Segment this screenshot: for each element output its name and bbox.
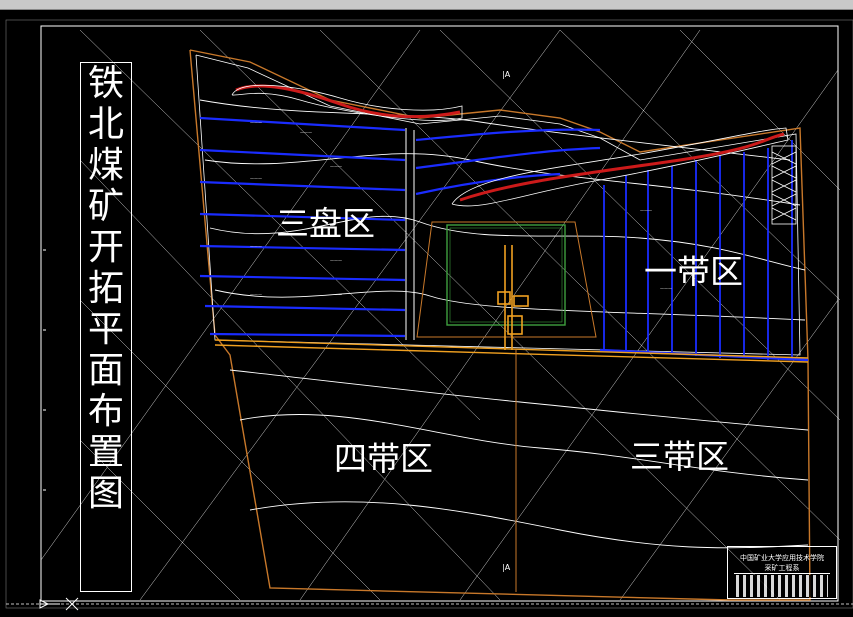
title-block-divider [734,573,830,574]
zone-label-3dai: 三带区 [630,437,729,476]
svg-text:———: ——— [330,258,342,263]
zone-label-4dai: 四带区 [334,439,433,478]
svg-text:———: ——— [250,120,262,125]
title-char: 平 [87,309,124,350]
title-char: 开 [87,227,124,268]
title-char: 矿 [87,186,124,227]
title-block-school: 中国矿业大学应用技术学院 [740,554,824,562]
svg-text:———: ——— [330,164,342,169]
svg-text:———: ——— [250,292,262,297]
cad-toolbar[interactable] [0,0,853,10]
svg-text:———: ——— [330,292,342,297]
title-char: 铁 [87,63,124,104]
title-block-cells [736,575,828,597]
left-ticks [43,249,46,491]
shaft-facilities [497,245,529,350]
svg-text:———: ——— [640,208,652,213]
svg-text:———: ——— [300,130,312,135]
drawing-frame [40,25,839,602]
title-char: 置 [87,432,124,473]
title-char: 图 [87,473,124,514]
title-char: 北 [87,104,124,145]
title-char: 拓 [87,268,124,309]
title-char: 布 [87,391,124,432]
contour-lines [199,99,809,549]
zone-label-1dai: 一带区 [644,252,743,291]
title-block: 中国矿业大学应用技术学院 采矿工程系 [727,546,837,599]
title-char: 面 [87,350,124,391]
industrial-site-outline [416,221,597,338]
coal-pillar-north [235,84,461,119]
section-marker-bottom: |A [502,563,511,572]
title-char: 煤 [87,145,124,186]
svg-text:———: ——— [250,244,262,249]
zone-label-3pan: 三盘区 [276,204,375,243]
left-panel-riser-lines [405,128,415,340]
outer-frame [5,19,853,609]
title-block-dept: 采矿工程系 [764,564,800,572]
svg-text:———: ——— [250,176,262,181]
left-panel-roadways [199,116,601,338]
drawing-title: 铁 北 煤 矿 开 拓 平 面 布 置 图 [80,62,132,592]
section-marker-top: |A [502,70,511,79]
